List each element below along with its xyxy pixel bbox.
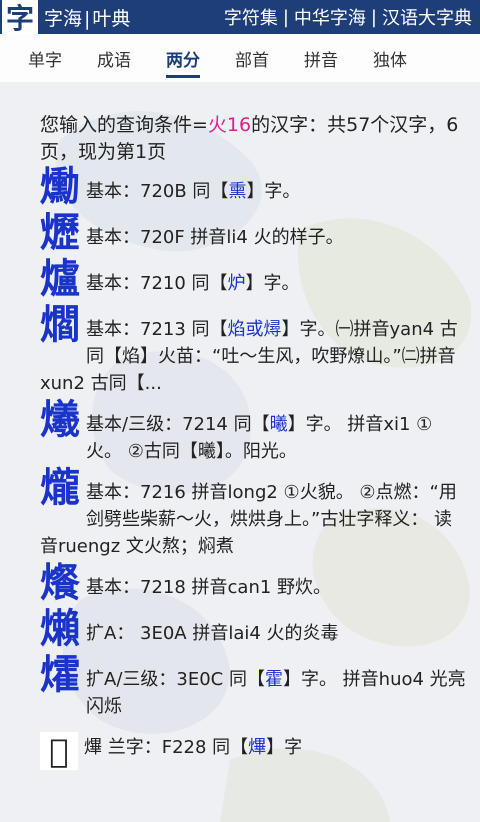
definition-text: 】字。 [245,273,300,294]
logo-icon[interactable]: 字 [2,0,38,35]
app-header: 字 字海 | 叶典 字符集 | 中华字海 | 汉语大字典 [0,0,480,35]
definition-text: 基本：7216 拼音long2 ①火貌。 ②点燃：“用剑劈些柴薪～火，烘烘身上。… [40,482,457,557]
definition-text: 扩A/三级：3E0C 同【 [86,669,265,690]
definition-text: 基本：7218 拼音can1 野炊。 [86,577,332,598]
result-entry: 爓 基本：7213 同【焰或燖】字。㈠拼音yan4 古同【焰】火苗：“吐～生风，… [40,302,466,397]
reference-char[interactable]: 焰或燖 [228,319,282,340]
query-summary: 您输入的查询条件=火16的汉字：共57个汉字，6页，现为第1页 [40,112,466,166]
result-definition: 扩A： 3E0A 拼音lai4 火的炎毒 [40,610,466,647]
tab-single-component[interactable]: 独体 [373,34,407,82]
reference-char[interactable]: 霍 [265,669,283,690]
result-char[interactable]: 爐 [40,256,80,302]
result-char[interactable]: 爔 [40,397,80,443]
result-entry: 爘 基本：7218 拼音can1 野炊。 [40,560,466,606]
link-hanyu-dazidian[interactable]: 汉语大字典 [380,4,474,30]
result-char[interactable]: 爘 [40,560,80,606]
tab-single-char[interactable]: 单字 [28,34,62,82]
result-definition: 基本：7213 同【焰或燖】字。㈠拼音yan4 古同【焰】火苗：“吐～生风，吹野… [40,306,466,397]
brand-title[interactable]: 字海 | 叶典 [44,4,130,31]
tab-pinyin[interactable]: 拼音 [304,34,338,82]
definition-text: 扩A： 3E0A 拼音lai4 火的炎毒 [86,623,339,644]
definition-text: 】字。 [246,181,301,202]
result-definition: 基本：720F 拼音li4 火的样子。 [40,214,466,251]
results-content: 您输入的查询条件=火16的汉字：共57个汉字，6页，现为第1页 爋 基本：720… [0,82,480,822]
query-condition: 火16 [207,114,252,136]
brand-left: 字海 [44,7,83,30]
brand-right: 叶典 [92,7,131,30]
result-definition: 扩A/三级：3E0C 同【霍】字。 拼音huo4 光亮闪烁 [40,656,466,720]
link-zhonghua-zihai[interactable]: 中华字海 [292,4,368,30]
search-tabs: 单字 成语 两分 部首 拼音 独体 [0,34,480,82]
definition-text: 基本：720B 同【 [86,181,229,202]
tab-two-part[interactable]: 两分 [166,34,200,82]
link-separator: | [370,6,377,28]
result-definition: 基本：720B 同【熏】字。 [40,168,466,205]
result-entry: 㸌 扩A/三级：3E0C 同【霍】字。 拼音huo4 光亮闪烁 [40,652,466,720]
brand-separator: | [84,7,91,30]
site-links: 字符集 | 中华字海 | 汉语大字典 [222,0,474,34]
result-entry: 爐 基本：7210 同【炉】字。 [40,256,466,302]
reference-char[interactable]: 炉 [228,273,246,294]
definition-text: 基本：720F 拼音li4 火的样子。 [86,227,344,248]
result-definition: 基本：7216 拼音long2 ①火貌。 ②点燃：“用剑劈些柴薪～火，烘烘身上。… [40,469,466,560]
result-entry: 爋 基本：720B 同【熏】字。 [40,164,466,210]
result-definition: 熚 兰字：F228 同【熚】字 [40,724,466,761]
result-char-image[interactable]: 𤓰 [40,732,78,770]
result-entry: 爔 基本/三级：7214 同【曦】字。 拼音xi1 ①火。 ②古同【曦】。阳光。 [40,397,466,465]
result-char[interactable]: 㸌 [40,652,80,698]
result-definition: 基本/三级：7214 同【曦】字。 拼音xi1 ①火。 ②古同【曦】。阳光。 [40,401,466,465]
result-char[interactable]: 爋 [40,164,80,210]
result-entry: 爏 基本：720F 拼音li4 火的样子。 [40,210,466,256]
result-char[interactable]: 爖 [40,465,80,511]
query-prefix: 您输入的查询条件= [40,114,208,136]
result-definition: 基本：7210 同【炉】字。 [40,260,466,297]
definition-text: 基本：7210 同【 [86,273,228,294]
definition-text: 熚 兰字：F228 同【 [84,737,249,758]
link-charset[interactable]: 字符集 [222,4,280,30]
reference-char[interactable]: 熏 [228,181,246,202]
tab-radical[interactable]: 部首 [235,34,269,82]
result-entry: 𤓰 熚 兰字：F228 同【熚】字 [40,724,466,770]
result-char[interactable]: 爏 [40,210,80,256]
result-char[interactable]: 㸊 [40,606,80,652]
definition-text: 基本/三级：7214 同【 [86,414,270,435]
result-definition: 基本：7218 拼音can1 野炊。 [40,564,466,601]
reference-char[interactable]: 曦 [270,414,288,435]
link-separator: | [282,6,289,28]
result-entry: 㸊 扩A： 3E0A 拼音lai4 火的炎毒 [40,606,466,652]
tab-idiom[interactable]: 成语 [97,34,131,82]
result-entry: 爖 基本：7216 拼音long2 ①火貌。 ②点燃：“用剑劈些柴薪～火，烘烘身… [40,465,466,560]
reference-char[interactable]: 熚 [248,737,266,758]
definition-text: 】字 [266,737,303,758]
definition-text: 基本：7213 同【 [86,319,228,340]
result-char[interactable]: 爓 [40,302,80,348]
